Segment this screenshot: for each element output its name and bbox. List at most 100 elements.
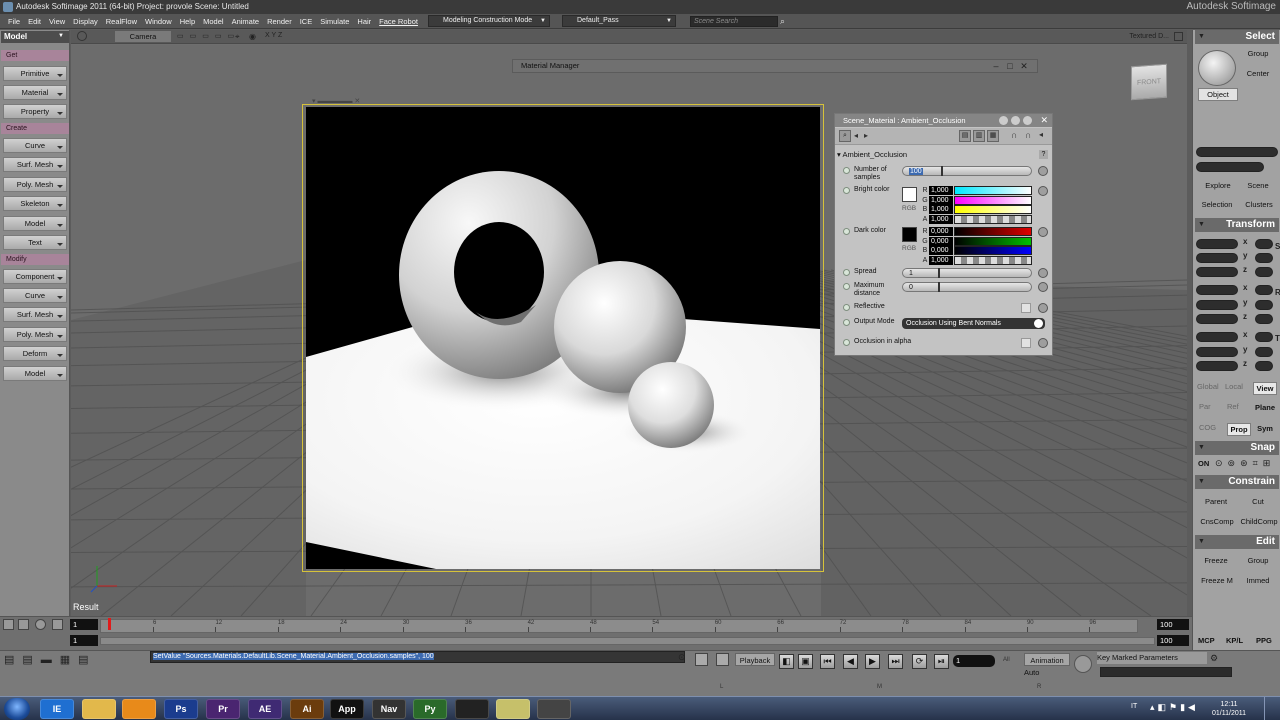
timeline-icon-4[interactable] (52, 619, 63, 630)
create-curve-button[interactable]: Curve (3, 138, 67, 153)
taskbar-app-softimage-icon[interactable]: Softimage (455, 699, 489, 719)
menu-file[interactable]: File (4, 17, 24, 26)
view-cube[interactable]: FRONT (1131, 63, 1167, 101)
create-model-button[interactable]: Model (3, 216, 67, 231)
ref-mode-global[interactable]: Global (1197, 382, 1219, 391)
display-mode-dropdown[interactable]: Textured D... (1129, 31, 1169, 42)
ref-mode-par[interactable]: Par (1199, 402, 1211, 411)
translate-z-axis-label[interactable]: z (1243, 359, 1247, 368)
channel-value[interactable]: 0,000 (929, 236, 953, 246)
max-distance-slider[interactable]: 0 (902, 282, 1032, 292)
object-button[interactable]: Object (1198, 88, 1238, 101)
freeze-m-button[interactable]: Freeze M (1196, 575, 1238, 588)
tray-icons[interactable]: ▴◧⚑▮◀ (1150, 702, 1198, 713)
ref-mode-local[interactable]: Local (1225, 382, 1243, 391)
section-create[interactable]: Create (1, 123, 69, 134)
snap-header[interactable]: Snap (1195, 441, 1279, 455)
command-text[interactable]: SetValue "Sources.Materials.DefaultLib.S… (153, 653, 434, 660)
channel-value[interactable]: 1,000 (929, 195, 953, 205)
dark-channel-b[interactable]: B 0,000 (921, 246, 1032, 255)
step-icon[interactable]: ⏯ (934, 654, 949, 669)
menu-animate[interactable]: Animate (228, 17, 264, 26)
language-indicator[interactable]: IT (1131, 703, 1137, 710)
ref-mode-cog[interactable]: COG (1199, 423, 1216, 432)
tab-ppg[interactable]: PPG (1256, 636, 1272, 645)
scale-z-value[interactable] (1255, 267, 1273, 277)
rotate-x-axis-label[interactable]: x (1243, 283, 1247, 292)
translate-x-value[interactable] (1255, 332, 1273, 342)
select-arrow-icon[interactable] (1198, 50, 1236, 86)
samples-handle[interactable] (941, 166, 943, 176)
output-mode-dropdown[interactable]: Occlusion Using Bent Normals (902, 318, 1045, 329)
auto-key-button[interactable]: Auto (1024, 667, 1048, 678)
modify-component-button[interactable]: Component (3, 269, 67, 284)
revert-icon[interactable]: ▦ (987, 130, 999, 142)
freeze-button[interactable]: Freeze (1196, 555, 1236, 568)
key-marked-parameters[interactable]: Key Marked Parameters (1097, 652, 1207, 664)
pass-dropdown[interactable]: Default_Pass (562, 15, 676, 27)
ref-mode-sym[interactable]: Sym (1253, 423, 1277, 436)
parent-button[interactable]: Parent (1196, 496, 1236, 509)
modify-deform-button[interactable]: Deform (3, 346, 67, 361)
dark-animate-icon[interactable] (1038, 227, 1048, 237)
stop-icon[interactable]: ◧ (779, 654, 794, 669)
snap-on-toggle[interactable]: ON (1198, 459, 1209, 468)
bright-channel-b[interactable]: B 1,000 (921, 205, 1032, 214)
key-icon[interactable] (1074, 655, 1092, 673)
dark-anim-dot[interactable] (843, 228, 850, 235)
bright-channel-r[interactable]: R 1,000 (921, 186, 1032, 195)
taskbar-app-pr-icon[interactable]: Pr (206, 699, 240, 719)
select-header[interactable]: Select (1195, 30, 1279, 44)
animation-icon[interactable]: ∩ (1025, 130, 1031, 140)
close-icon[interactable]: ✕ (1040, 114, 1048, 127)
channel-slider[interactable] (954, 214, 1032, 224)
transform-scale-icon[interactable]: S (1275, 242, 1280, 251)
selection-filter-bar[interactable] (1196, 147, 1278, 157)
property-editor-title-bar[interactable]: Scene_Material : Ambient_Occlusion ✕ (835, 114, 1052, 127)
translate-y-value[interactable] (1255, 347, 1273, 357)
scale-x-value[interactable] (1255, 239, 1273, 249)
taskbar-app-py-icon[interactable]: Py (413, 699, 447, 719)
help-icon[interactable] (1023, 116, 1032, 125)
create-skeleton-button[interactable]: Skeleton (3, 196, 67, 211)
modify-curve-button[interactable]: Curve (3, 288, 67, 303)
playhead[interactable] (108, 618, 111, 630)
bright-animate-icon[interactable] (1038, 186, 1048, 196)
back-icon[interactable]: ◂ (854, 131, 858, 140)
immed-button[interactable]: Immed (1239, 575, 1277, 588)
scale-z-axis-label[interactable]: z (1243, 265, 1247, 274)
translate-z-field[interactable] (1196, 361, 1238, 371)
mode-dropdown[interactable]: Modeling Construction Mode (428, 15, 550, 27)
spread-handle[interactable] (938, 268, 940, 278)
key-parameter-field[interactable] (1100, 667, 1232, 677)
snap-options-icons[interactable]: ⊙⊚⊛⌗⊞ (1215, 458, 1275, 469)
rotate-y-field[interactable] (1196, 300, 1238, 310)
tab-mcp[interactable]: MCP (1198, 636, 1215, 645)
get-property-button[interactable]: Property (3, 104, 67, 119)
menu-simulate[interactable]: Simulate (316, 17, 353, 26)
channel-value[interactable]: 0,000 (929, 246, 953, 255)
reflective-animate-icon[interactable] (1038, 303, 1048, 313)
first-frame-icon[interactable]: ⏮ (820, 654, 835, 669)
preset-load-icon[interactable]: ▤ (959, 130, 971, 142)
modify-surf-mesh-button[interactable]: Surf. Mesh (3, 307, 67, 322)
script-editor-icon[interactable] (695, 653, 708, 666)
dark-channel-r[interactable]: R 0,000 (921, 227, 1032, 236)
ref-mode-plane[interactable]: Plane (1253, 402, 1277, 415)
childcomp-button[interactable]: ChildComp (1239, 516, 1279, 529)
loop-icon[interactable]: ⟳ (912, 654, 927, 669)
scale-x-field[interactable] (1196, 239, 1238, 249)
keyframe-icon[interactable]: ∩ (1011, 130, 1017, 140)
channel-value[interactable]: 1,000 (929, 186, 953, 195)
channel-slider[interactable] (954, 195, 1032, 205)
preset-save-icon[interactable]: ▥ (973, 130, 985, 142)
dark-color-swatch[interactable] (902, 227, 917, 242)
viewport-menu-icon[interactable] (77, 31, 87, 41)
playback-menu[interactable]: Playback (735, 653, 775, 666)
menu-render[interactable]: Render (263, 17, 296, 26)
camera-icon[interactable] (716, 653, 729, 666)
cut-button[interactable]: Cut (1239, 496, 1277, 509)
spread-slider[interactable]: 1 (902, 268, 1032, 278)
spread-value[interactable]: 1 (909, 270, 913, 277)
channel-slider[interactable] (954, 246, 1032, 255)
